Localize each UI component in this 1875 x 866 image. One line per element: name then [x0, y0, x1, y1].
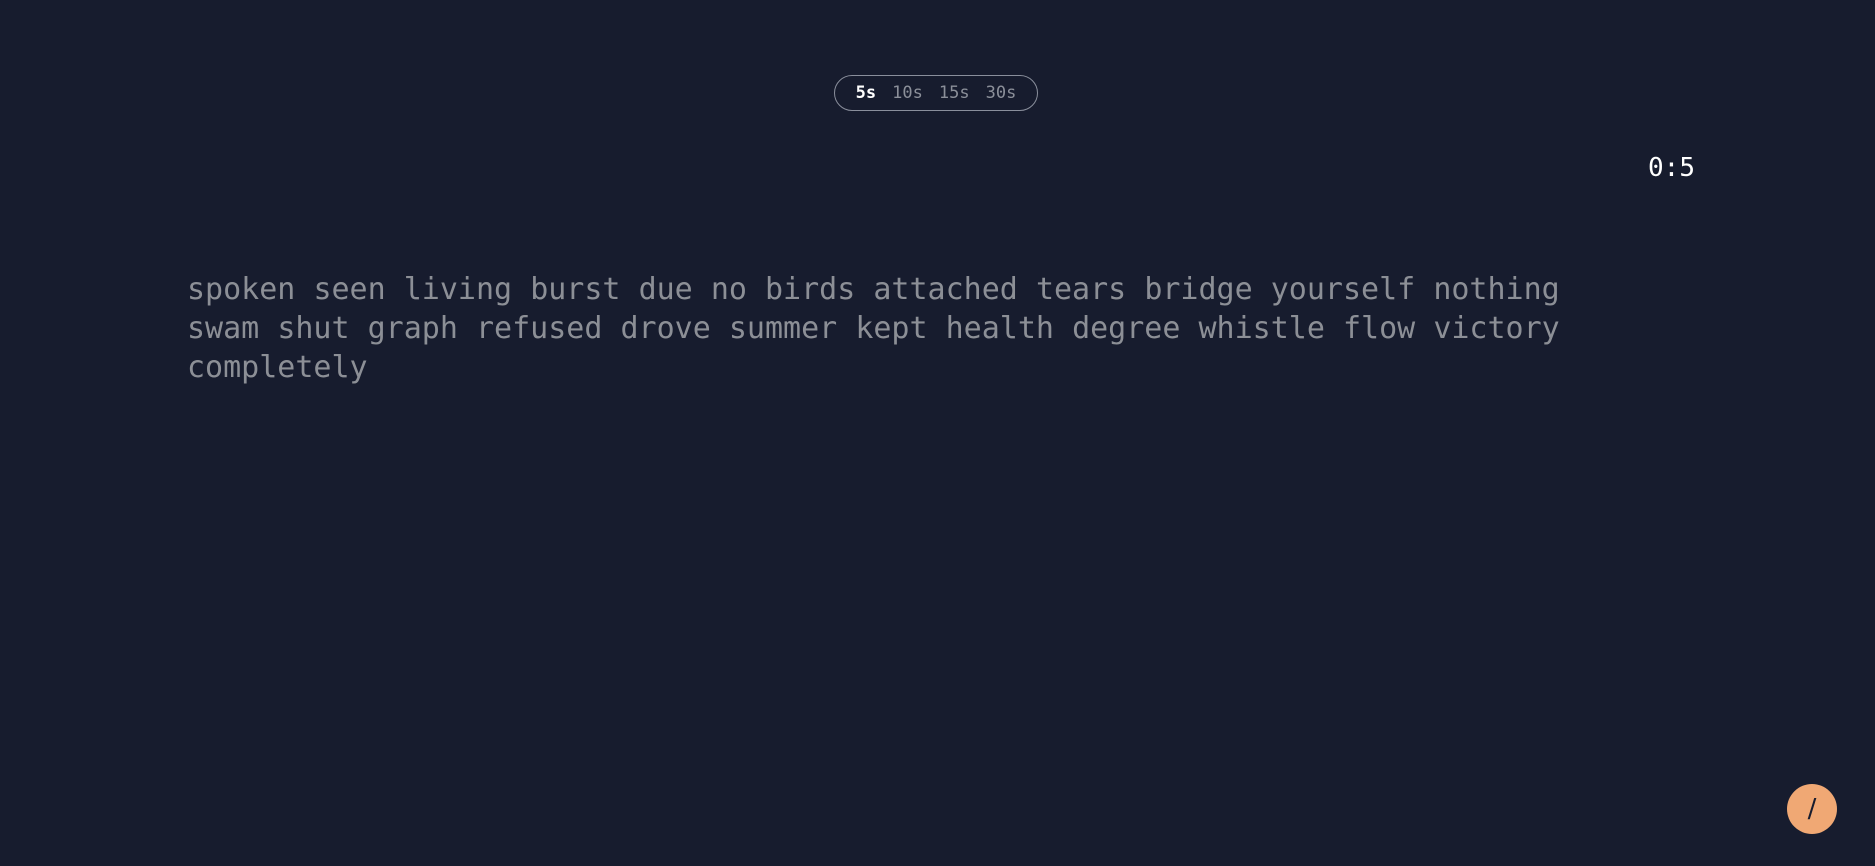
slash-icon: / — [1807, 794, 1817, 824]
word: no — [710, 272, 747, 307]
word: birds — [765, 272, 856, 307]
typing-words-area[interactable]: spoken seen living burst due no birds at… — [187, 270, 1607, 387]
command-palette-button[interactable]: / — [1787, 784, 1837, 834]
word: degree — [1072, 311, 1181, 346]
word: bridge — [1144, 272, 1253, 307]
word: graph — [367, 311, 458, 346]
word: kept — [855, 311, 928, 346]
word: completely — [187, 350, 368, 385]
word: tears — [1035, 272, 1127, 307]
word: whistle — [1198, 311, 1325, 346]
word: attached — [873, 272, 1018, 307]
countdown-timer: 0:5 — [1648, 153, 1695, 183]
duration-option-30s[interactable]: 30s — [986, 84, 1017, 102]
word: flow — [1343, 311, 1416, 346]
word: summer — [728, 311, 838, 346]
word: spoken — [187, 272, 296, 307]
word: yourself — [1270, 272, 1416, 307]
duration-option-5s[interactable]: 5s — [856, 84, 876, 102]
word: drove — [620, 311, 711, 346]
word: due — [638, 272, 693, 307]
duration-option-10s[interactable]: 10s — [892, 84, 923, 102]
word: refused — [476, 311, 603, 346]
word: shut — [277, 311, 350, 346]
word: victory — [1433, 311, 1560, 346]
word: swam — [187, 311, 260, 346]
word: health — [945, 311, 1054, 346]
word: burst — [530, 272, 621, 307]
word: nothing — [1433, 272, 1560, 307]
duration-selector: 5s 10s 15s 30s — [834, 75, 1038, 111]
word: seen — [313, 272, 386, 307]
word: living — [403, 272, 513, 307]
duration-option-15s[interactable]: 15s — [939, 84, 970, 102]
